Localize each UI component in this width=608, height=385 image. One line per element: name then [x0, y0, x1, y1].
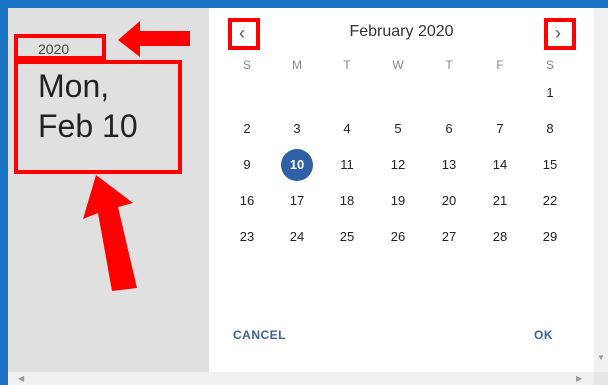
- arrow-up-annotation: [83, 175, 137, 291]
- annotation-arrows: [83, 21, 190, 291]
- arrow-left-annotation: [118, 21, 190, 57]
